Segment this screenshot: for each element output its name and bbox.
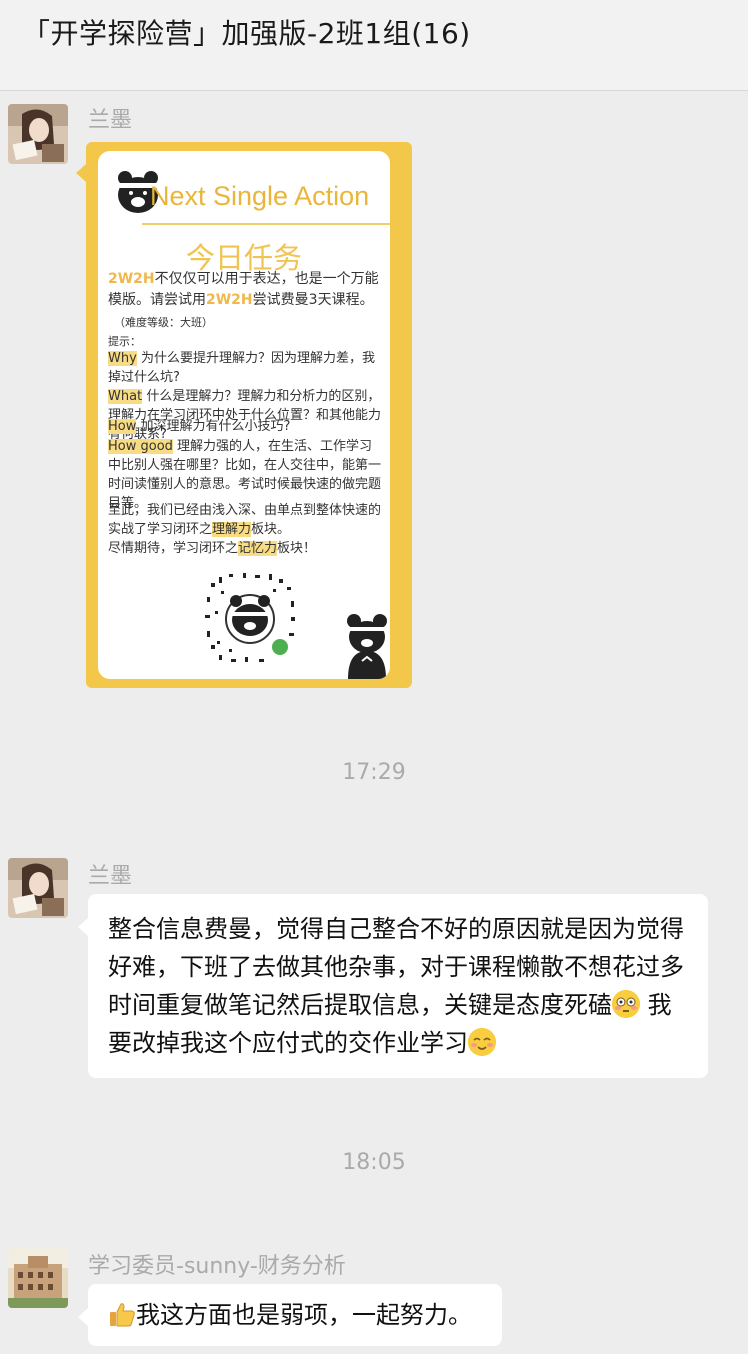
card-why: Why 为什么要提升理解力？因为理解力差，我掉过什么坑? — [108, 351, 375, 385]
sender-name: 学习委员-sunny-财务分析 — [88, 1254, 346, 1279]
smiling-face-icon — [468, 1028, 496, 1056]
flushed-face-icon — [612, 990, 640, 1018]
message-bubble[interactable]: 整合信息费曼，觉得自己整合不好的原因就是因为觉得好难，下班了去做其他杂事，对于课… — [78, 894, 708, 1078]
sender-name: 兰墨 — [88, 864, 133, 889]
sender-name: 兰墨 — [88, 108, 133, 133]
card-closing: 至此，我们已经由浅入深、由单点到整体快速的实战了学习闭环之理解力板块。 尽情期待… — [108, 503, 382, 556]
avatar[interactable] — [8, 1248, 68, 1308]
bear-mascot-icon — [347, 614, 387, 679]
card-title: Next Single Action — [150, 181, 370, 211]
avatar[interactable] — [8, 858, 68, 918]
image-message[interactable]: Next Single Action 今日任务 2W2H不仅仅可以用于表达，也是… — [76, 142, 412, 688]
timestamp: 18:05 — [342, 1150, 406, 1175]
message-text: 我这方面也是弱项，一起努力。 — [136, 1301, 472, 1329]
card-intro: 2W2H不仅仅可以用于表达，也是一个万能模版。请尝试用2W2H尝试费曼3天课程。 — [108, 271, 379, 308]
message-bubble[interactable]: 我这方面也是弱项，一起努力。 — [78, 1284, 502, 1346]
avatar[interactable] — [8, 104, 68, 164]
timestamp: 17:29 — [342, 760, 406, 785]
message-text: 整合信息费曼，觉得自己整合不好的原因就是因为觉得好难，下班了去做其他杂事，对于课… — [108, 915, 684, 1019]
task-card-image: Next Single Action 今日任务 2W2H不仅仅可以用于表达，也是… — [98, 151, 390, 679]
card-level: （难度等级：大班） — [114, 316, 213, 329]
title-underline — [142, 223, 390, 225]
card-how: How 加深理解力有什么小技巧? — [108, 419, 291, 434]
thumbs-up-icon — [108, 1300, 136, 1328]
qr-code-icon — [203, 571, 297, 665]
chat-title[interactable]: 「开学探险营」加强版-2班1组(16) — [22, 12, 471, 52]
chat-header: 「开学探险营」加强版-2班1组(16) — [0, 0, 748, 91]
